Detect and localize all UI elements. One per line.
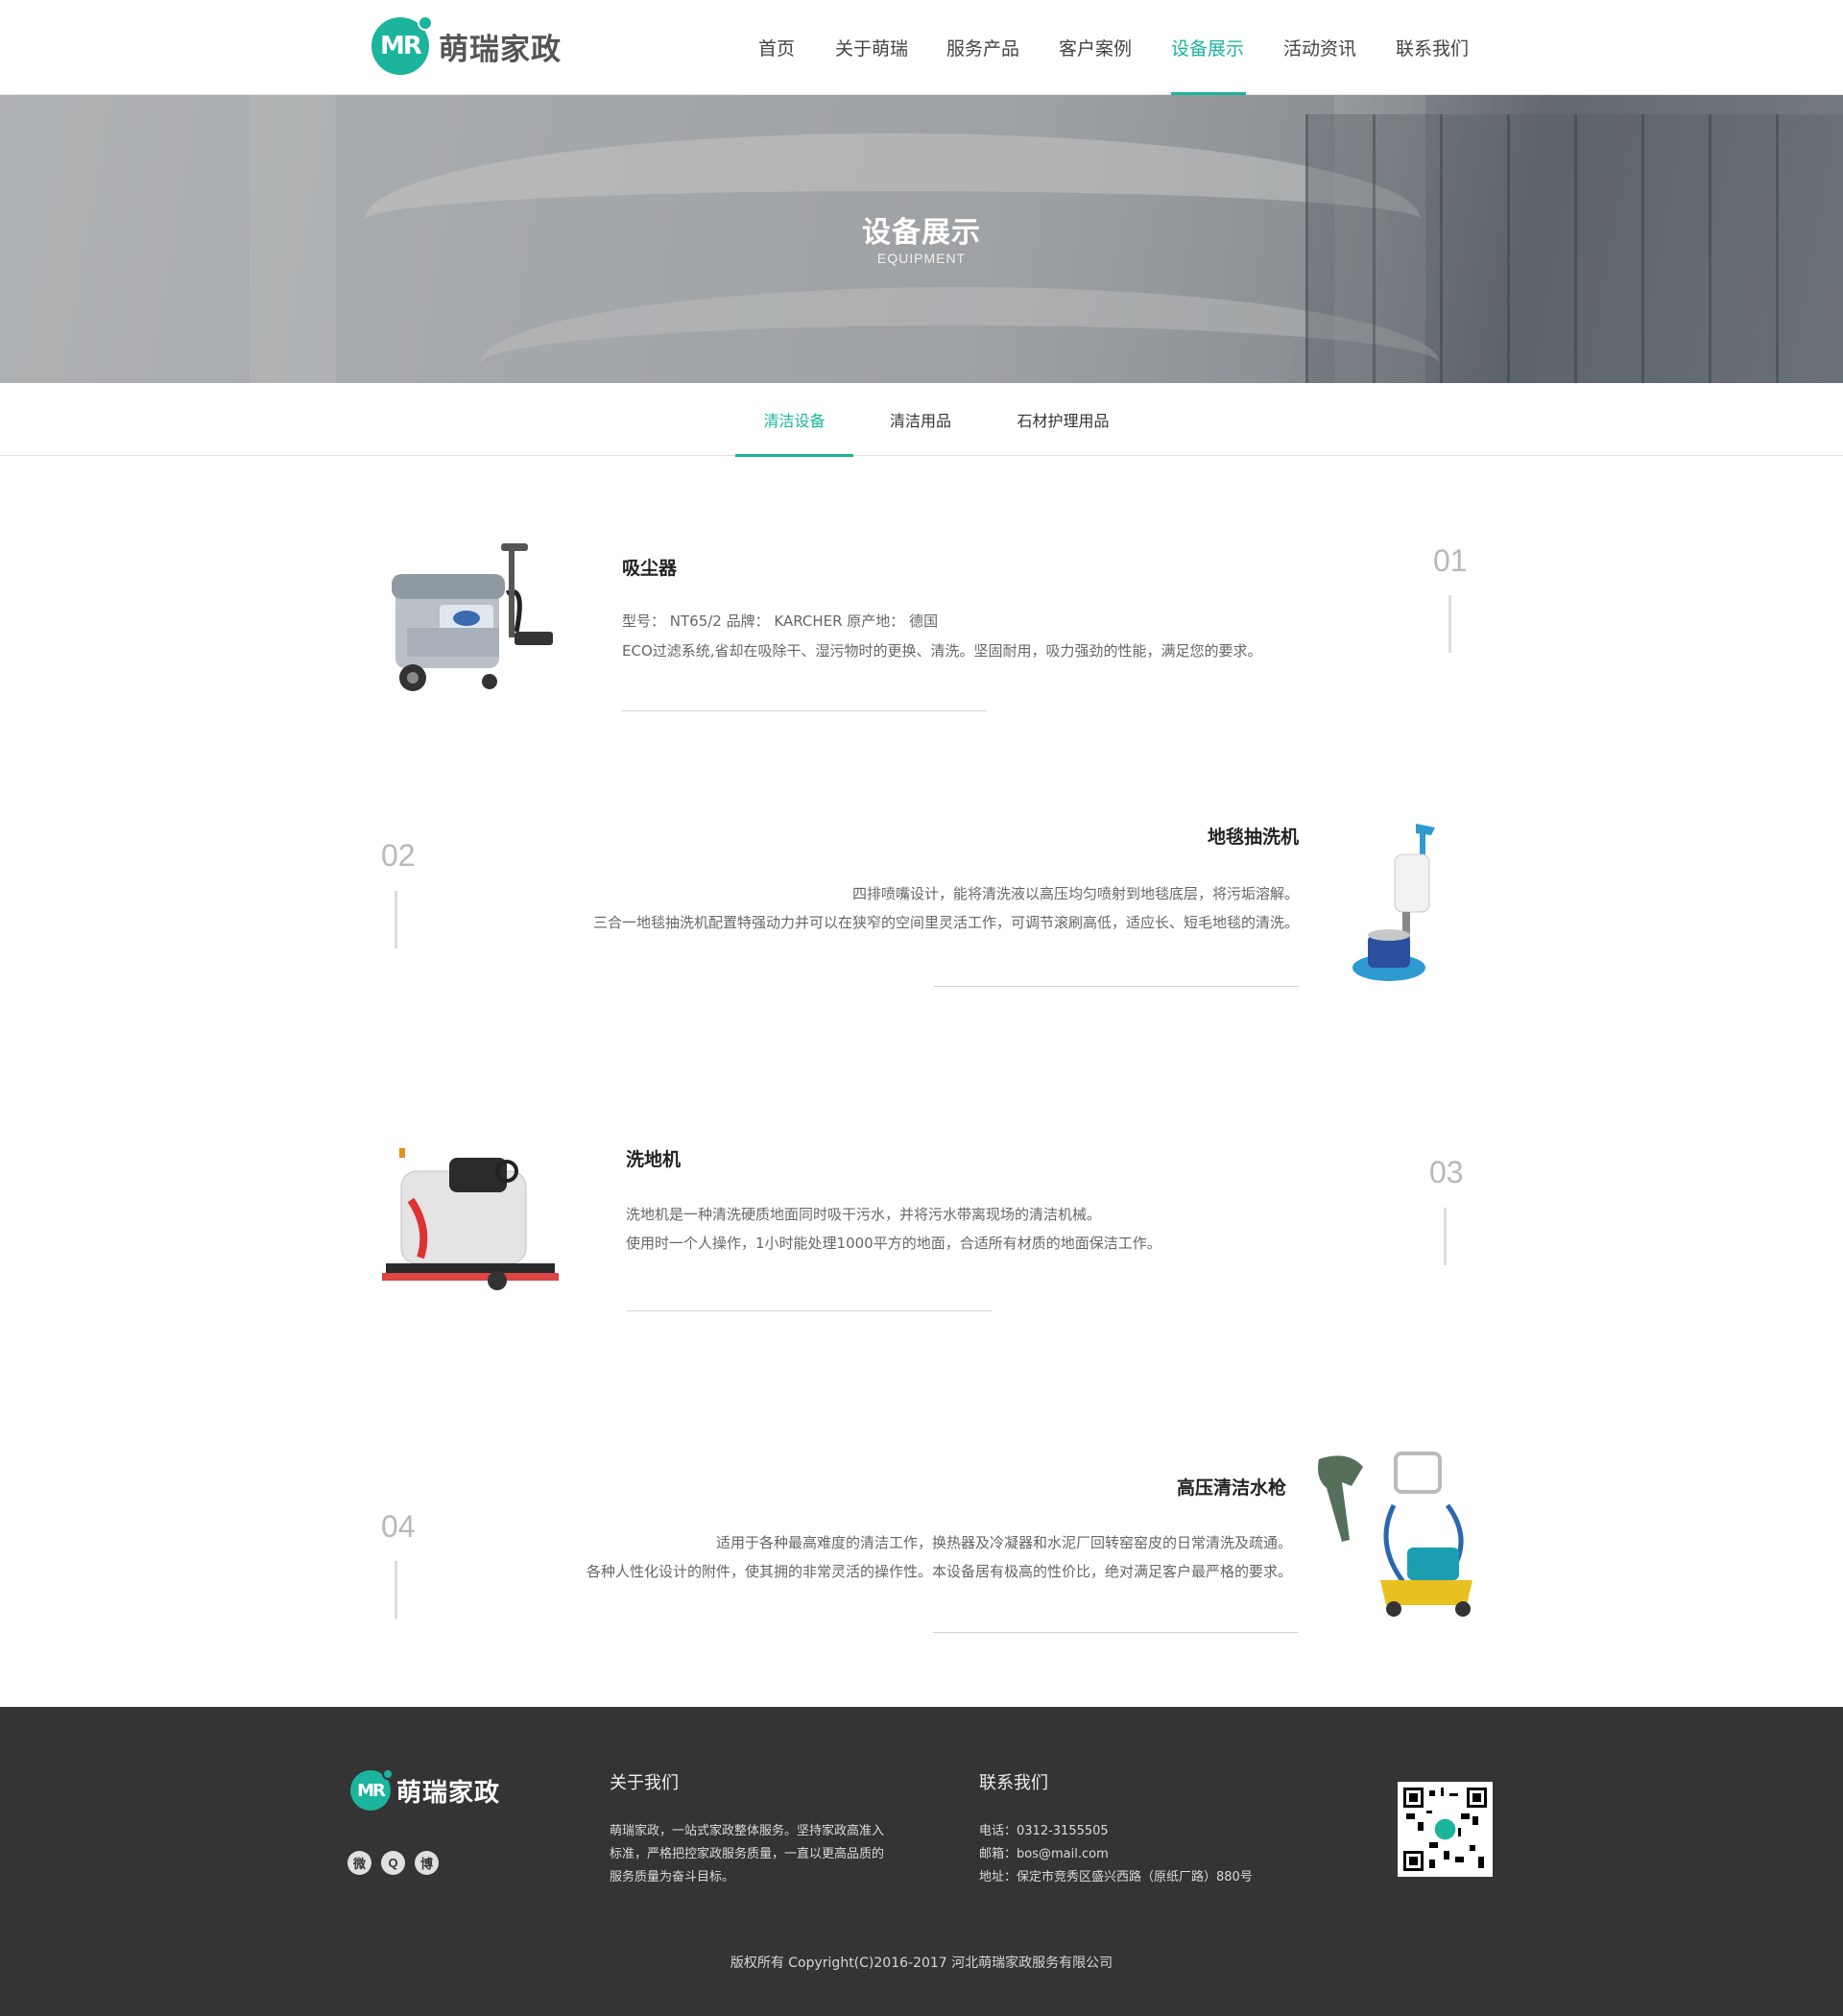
item-desc-line: ECO过滤系统,省却在吸除干、湿污物时的更换、清洗。坚固耐用，吸力强劲的性能，满…	[622, 642, 1262, 660]
tab-cleaning-equipment[interactable]: 清洁设备	[735, 383, 853, 457]
logo-badge-icon: MR	[371, 15, 433, 75]
social-links: 微 Q 博	[347, 1851, 439, 1875]
wechat-icon[interactable]: 微	[347, 1851, 371, 1875]
item-number-bar	[395, 891, 397, 948]
pressure-washer-image	[1318, 1452, 1472, 1617]
qr-code-pattern	[1403, 1788, 1487, 1871]
item-divider	[933, 1632, 1298, 1633]
item-number-bar	[1444, 1208, 1447, 1265]
footer-logo-badge-icon: MR	[350, 1768, 394, 1811]
item-divider	[627, 1310, 992, 1311]
nav-item-news[interactable]: 活动资讯	[1283, 0, 1358, 95]
item-number: 01	[1433, 543, 1468, 578]
carpet-extractor-image	[1352, 824, 1435, 981]
nav-item-equipment[interactable]: 设备展示	[1171, 0, 1246, 95]
item-number: 02	[381, 838, 416, 873]
item-desc-line: 四排喷嘴设计，能将清洗液以高压均匀喷射到地毯底层，将污垢溶解。	[851, 885, 1299, 902]
logo-mark: MR	[380, 32, 422, 60]
footer-logo-mark: MR	[357, 1780, 386, 1801]
footer-email[interactable]: 邮箱：bos@mail.com	[979, 1843, 1109, 1866]
logo-dot	[418, 15, 433, 31]
item-number-bar	[395, 1561, 397, 1619]
banner-subtitle: EQUIPMENT	[876, 251, 967, 266]
site-footer: MR 萌瑞家政 微 Q 博 关于我们 萌瑞家政，一站式家政整体服务。坚持家政高准…	[0, 1707, 1843, 2016]
item-desc-line: 三合一地毯抽洗机配置特强动力并可以在狭窄的空间里灵活工作，可调节滚刷高低，适应长…	[592, 914, 1299, 931]
item-desc-line: 适用于各种最高难度的清洁工作，换热器及冷凝器和水泥厂回转窑窑皮的日常清洗及疏通。	[715, 1534, 1292, 1551]
item-title: 洗地机	[626, 1149, 682, 1170]
qr-code-image	[1398, 1782, 1493, 1877]
category-tabs: 清洁设备 清洁用品 石材护理用品	[0, 383, 1843, 457]
item-number: 04	[381, 1509, 416, 1544]
item-title: 地毯抽洗机	[1207, 827, 1299, 848]
item-number-bar	[1448, 595, 1451, 653]
nav-item-contact[interactable]: 联系我们	[1396, 0, 1471, 95]
banner-title: 设备展示	[862, 216, 981, 250]
item-desc-line: 型号： NT65/2 品牌： KARCHER 原产地： 德国	[622, 612, 939, 630]
footer-logo-text: 萌瑞家政	[396, 1778, 501, 1808]
footer-about-line: 标准，严格把控家政服务质量，一直以更高品质的	[610, 1847, 885, 1861]
copyright-text: 版权所有 Copyright(C)2016-2017 河北萌瑞家政服务有限公司	[730, 1956, 1113, 1971]
item-desc-line: 各种人性化设计的附件，使其拥的非常灵活的操作性。本设备居有极高的性价比，绝对满足…	[586, 1563, 1292, 1580]
nav-item-cases[interactable]: 客户案例	[1059, 0, 1134, 95]
item-divider	[622, 710, 987, 711]
footer-about-heading: 关于我们	[610, 1773, 679, 1793]
logo-text: 萌瑞家政	[439, 32, 562, 67]
footer-logo[interactable]: MR 萌瑞家政	[350, 1768, 501, 1811]
footer-about-line: 萌瑞家政，一站式家政整体服务。坚持家政高准入	[610, 1824, 885, 1838]
item-desc-line: 使用时一个人操作，1小时能处理1000平方的地面，合适所有材质的地面保洁工作。	[626, 1235, 1161, 1252]
footer-logo-dot	[382, 1768, 394, 1780]
nav-item-about[interactable]: 关于萌瑞	[835, 0, 910, 95]
page-banner: 设备展示 EQUIPMENT	[0, 95, 1843, 383]
site-header: MR 萌瑞家政 首页 关于萌瑞 服务产品 客户案例 设备展示 活动资讯 联系我们	[0, 0, 1843, 95]
site-logo[interactable]: MR 萌瑞家政	[371, 13, 562, 79]
footer-address: 地址：保定市竞秀区盛兴西路（原纸厂路）880号	[979, 1870, 1253, 1884]
tab-stone-care[interactable]: 石材护理用品	[993, 383, 1133, 456]
vacuum-cleaner-image	[392, 543, 553, 691]
nav-item-services[interactable]: 服务产品	[946, 0, 1021, 95]
footer-phone: 电话：0312-3155505	[979, 1824, 1109, 1838]
qq-icon[interactable]: Q	[381, 1851, 405, 1875]
item-number: 03	[1429, 1155, 1464, 1189]
footer-contact-heading: 联系我们	[979, 1773, 1048, 1793]
footer-about-line: 服务质量为奋斗目标。	[610, 1870, 735, 1884]
item-divider	[934, 986, 1299, 987]
item-title: 高压清洁水枪	[1176, 1477, 1286, 1499]
item-title: 吸尘器	[622, 558, 678, 579]
weibo-icon[interactable]: 博	[415, 1851, 439, 1875]
item-desc-line: 洗地机是一种清洗硬质地面同时吸干污水，并将污水带离现场的清洁机械。	[626, 1206, 1102, 1223]
tab-cleaning-supplies[interactable]: 清洁用品	[863, 383, 978, 456]
floor-scrubber-image	[382, 1148, 559, 1290]
nav-item-home[interactable]: 首页	[758, 0, 797, 95]
